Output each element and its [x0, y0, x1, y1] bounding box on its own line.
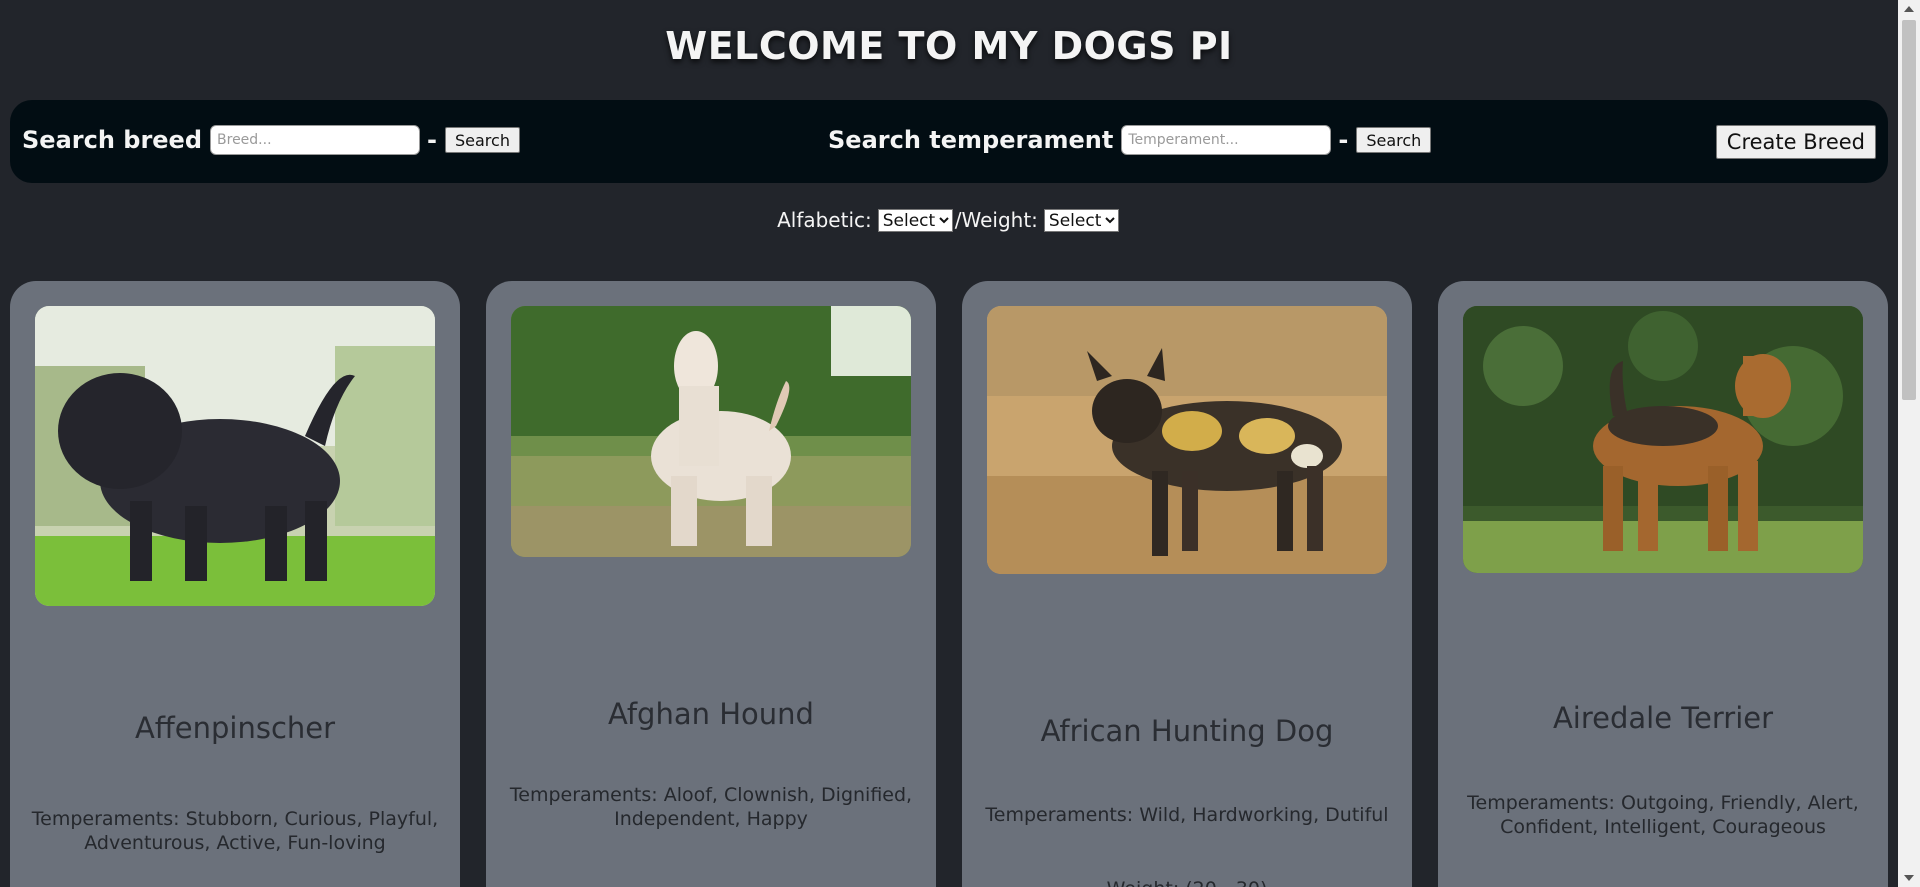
separator-dash: -: [427, 126, 437, 154]
alphabetic-sort-label: Alfabetic:: [777, 208, 872, 232]
create-breed-button[interactable]: Create Breed: [1715, 125, 1876, 159]
breed-image: [1463, 306, 1863, 573]
search-bar: Search breed - Search Search temperament…: [10, 100, 1888, 183]
temperament-search-label: Search temperament: [828, 126, 1114, 154]
breed-temperaments: Temperaments: Aloof, Clownish, Dignified…: [509, 784, 913, 830]
breed-search-input[interactable]: [210, 125, 421, 155]
page-scrollbar[interactable]: [1898, 0, 1920, 887]
breed-image: [987, 306, 1387, 574]
breed-weight: Weight: (20 - 30): [962, 878, 1412, 887]
breed-image: [511, 306, 911, 557]
page-title: WELCOME TO MY DOGS PI: [665, 24, 1233, 68]
scrollbar-thumb[interactable]: [1902, 20, 1916, 400]
filter-divider: /: [954, 208, 962, 232]
breed-name: Afghan Hound: [608, 697, 814, 731]
temperament-search-button[interactable]: Search: [1356, 127, 1432, 153]
breed-card[interactable]: African Hunting Dog Temperaments: Wild, …: [962, 281, 1412, 887]
temperament-search-group: Search temperament - Search: [828, 125, 1432, 155]
breed-temperaments: Temperaments: Stubborn, Curious, Playful…: [31, 808, 439, 854]
breed-name: Affenpinscher: [134, 711, 336, 745]
breed-image: [35, 306, 435, 606]
breed-card[interactable]: Afghan Hound Temperaments: Aloof, Clowni…: [486, 281, 936, 887]
page: WELCOME TO MY DOGS PI Search breed - Sea…: [0, 0, 1920, 887]
breed-card[interactable]: Airedale Terrier Temperaments: Outgoing,…: [1438, 281, 1888, 887]
separator-dash: -: [1338, 126, 1349, 154]
breed-search-button[interactable]: Search: [444, 127, 520, 153]
alphabetic-sort-select[interactable]: Select: [877, 208, 953, 232]
scroll-down-icon[interactable]: [1904, 875, 1914, 881]
breed-name: Airedale Terrier: [1552, 701, 1774, 735]
sort-filters: Alfabetic: Select / Weight: Select: [0, 208, 1898, 232]
weight-sort-label: Weight:: [961, 208, 1038, 232]
weight-sort-select[interactable]: Select: [1043, 208, 1119, 232]
breed-card[interactable]: Affenpinscher Temperaments: Stubborn, Cu…: [10, 281, 460, 887]
scroll-up-icon[interactable]: [1904, 6, 1914, 12]
breed-name: African Hunting Dog: [1040, 714, 1334, 748]
breed-temperaments: Temperaments: Outgoing, Friendly, Alert,…: [1467, 792, 1859, 838]
temperament-search-input[interactable]: [1121, 125, 1332, 155]
breed-temperaments: Temperaments: Wild, Hardworking, Dutiful: [985, 804, 1389, 826]
breed-search-group: Search breed - Search: [22, 125, 520, 155]
breed-search-label: Search breed: [22, 126, 203, 154]
